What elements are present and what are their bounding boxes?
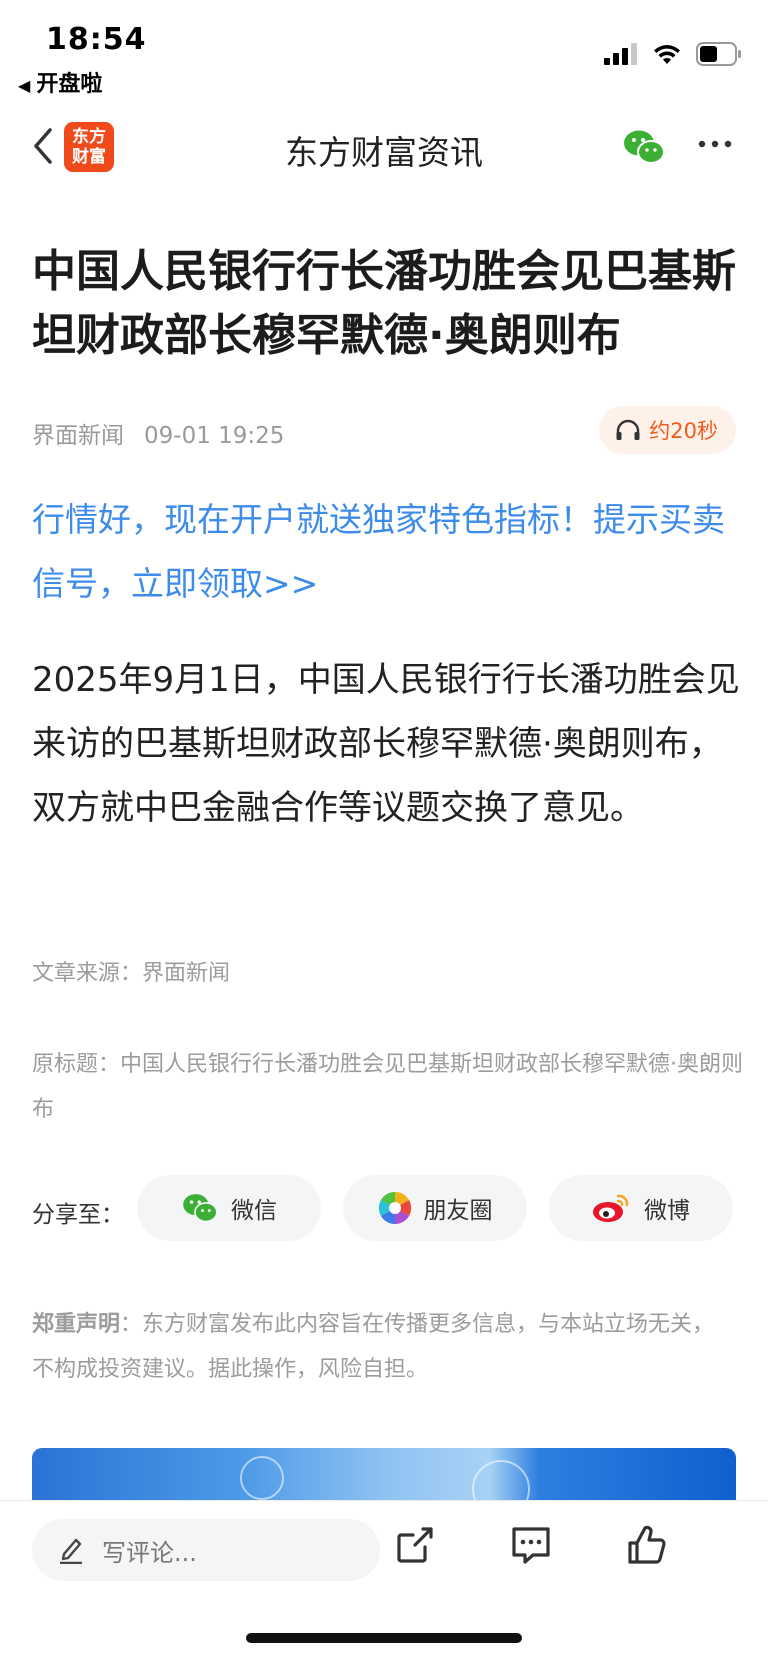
article-source: 文章来源：界面新闻 [32,961,231,986]
ad-banner[interactable] [32,1448,736,1500]
weibo-icon [593,1194,629,1222]
like-icon[interactable] [625,1523,669,1567]
share-wechat-label: 微信 [231,1198,277,1224]
source-name: 界面新闻 [32,423,124,449]
share-icon[interactable] [393,1523,437,1567]
article-meta: 界面新闻 09-01 19:25 [32,416,284,450]
article-body: 2025年9月1日，中国人民银行行长潘功胜会见来访的巴基斯坦财政部长穆罕默德·奥… [32,660,740,828]
signal-icon [604,43,637,65]
listen-duration: 约20秒 [649,419,718,443]
moments-icon [378,1191,411,1225]
disclaimer: 郑重声明：东方财富发布此内容旨在传播更多信息，与本站立场无关，不构成投资建议。据… [32,1302,732,1392]
bottom-bar: 写评论... [0,1500,768,1664]
wifi-icon [654,45,680,64]
share-wechat-button[interactable]: 微信 [137,1175,321,1241]
back-to-app[interactable]: ◀ 开盘啦 [18,66,102,98]
comments-icon[interactable] [509,1523,553,1567]
back-app-label: 开盘啦 [36,72,103,97]
share-weibo-label: 微博 [644,1198,690,1224]
back-triangle-icon: ◀ [18,76,31,95]
promo-link[interactable]: 行情好，现在开户就送独家特色指标！提示买卖信号，立即领取>> [32,488,744,616]
status-icons [604,42,742,66]
battery-icon [696,42,741,66]
comment-placeholder: 写评论... [102,1538,197,1567]
disclaimer-text: ：东方财富发布此内容旨在传播更多信息，与本站立场无关，不构成投资建议。据此操作，… [32,1312,715,1382]
article-headline: 中国人民银行行长潘功胜会见巴基斯坦财政部长穆罕默德·奥朗则布 [32,246,736,361]
share-weibo-button[interactable]: 微博 [549,1175,733,1241]
share-label: 分享至： [32,1202,124,1228]
headphones-icon [616,419,640,440]
wechat-icon [183,1194,218,1223]
wechat-share-icon[interactable] [622,128,666,166]
disclaimer-title: 郑重声明 [32,1312,121,1337]
banner-badge-icon [240,1456,284,1500]
status-time: 18:54 [46,22,147,57]
comment-input[interactable]: 写评论... [32,1519,380,1581]
share-moments-button[interactable]: 朋友圈 [343,1175,527,1241]
banner-logo-icon [472,1460,530,1500]
home-indicator[interactable] [246,1633,522,1643]
pencil-icon [60,1538,82,1564]
publish-time: 09-01 19:25 [144,423,285,449]
nav-bar: 东方 财富 东方财富资讯 [0,110,768,190]
listen-button[interactable]: 约20秒 [599,406,736,454]
more-icon[interactable] [698,134,732,154]
original-title: 原标题：中国人民银行行长潘功胜会见巴基斯坦财政部长穆罕默德·奥朗则布 [32,1052,743,1122]
share-moments-label: 朋友圈 [423,1198,493,1224]
